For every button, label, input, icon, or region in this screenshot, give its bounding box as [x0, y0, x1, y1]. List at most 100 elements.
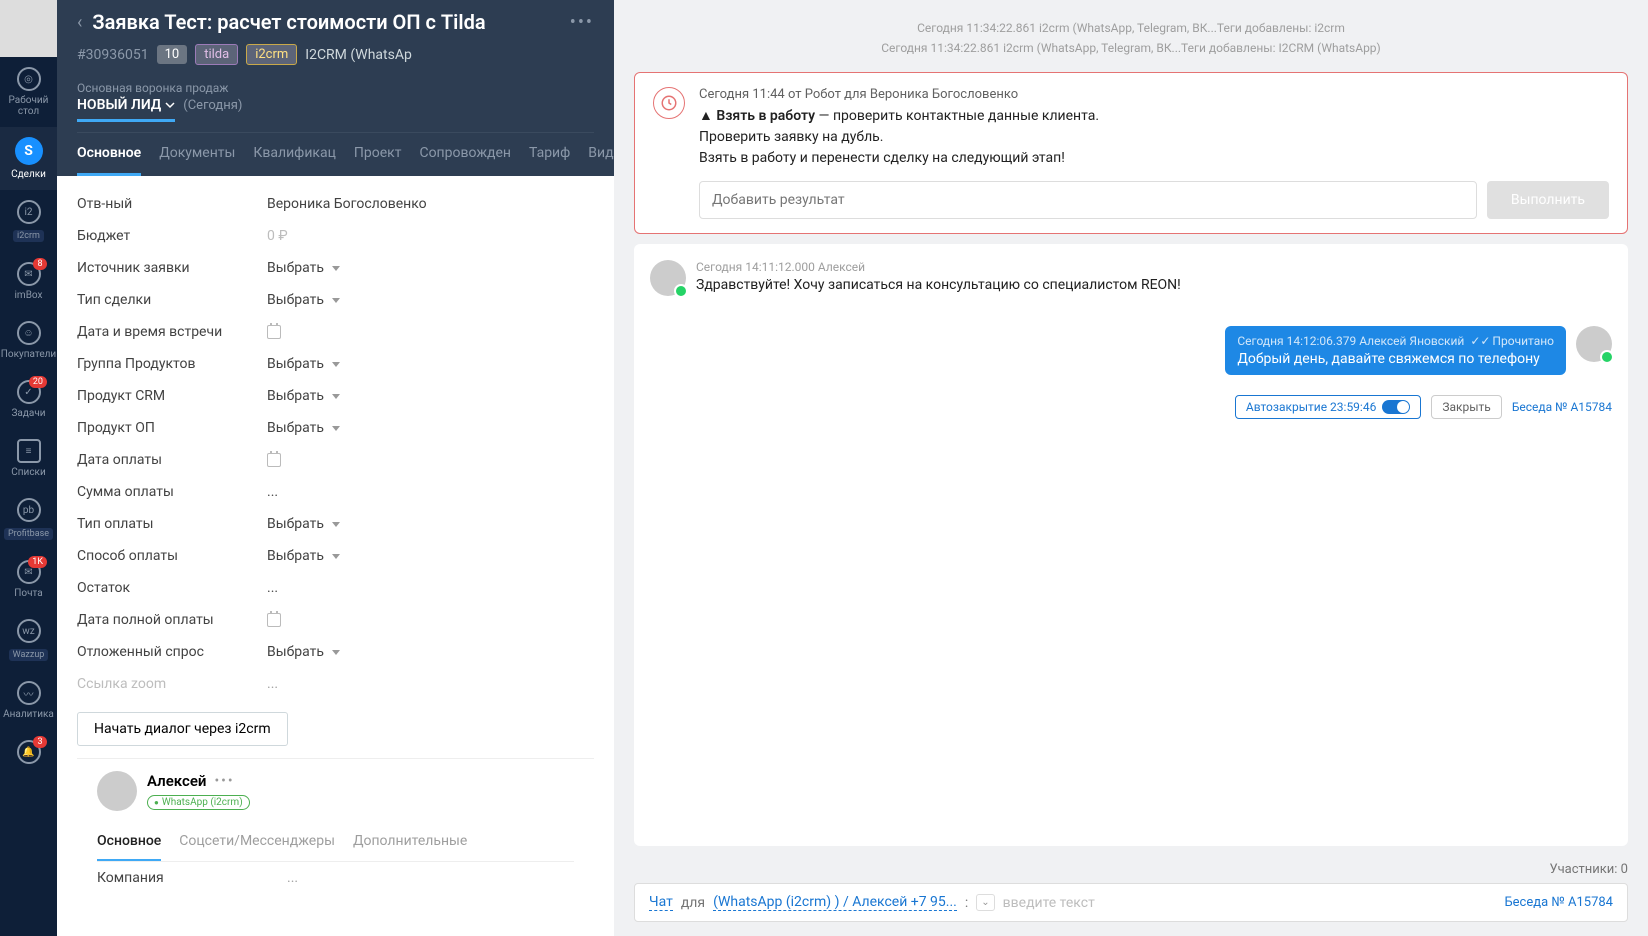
- field-row: Остаток...: [77, 572, 594, 604]
- nav-label: Profitbase: [4, 528, 53, 540]
- nav-profitbase[interactable]: pb Profitbase: [0, 488, 57, 550]
- chat-for-label: для: [681, 895, 705, 911]
- field-label: Продукт CRM: [77, 388, 267, 404]
- whatsapp-badge-icon: [1600, 350, 1614, 364]
- nav-imbox[interactable]: ✉ 8 imBox: [0, 252, 57, 311]
- field-row: Ссылка zoom...: [77, 668, 594, 700]
- deal-header: ‹ Заявка Тест: расчет стоимости ОП с Til…: [57, 0, 614, 176]
- field-value[interactable]: [267, 325, 594, 339]
- field-value[interactable]: ...: [267, 676, 594, 692]
- contact-tabs: Основное Соцсети/Мессенджеры Дополнитель…: [97, 825, 574, 862]
- score-pill[interactable]: 10: [157, 45, 188, 64]
- user-avatar[interactable]: [0, 0, 57, 57]
- participants-count[interactable]: Участники: 0: [634, 856, 1628, 883]
- field-value[interactable]: Выбрать: [267, 388, 594, 404]
- nav-wazzup[interactable]: wz Wazzup: [0, 609, 57, 671]
- wz-icon: wz: [17, 619, 41, 643]
- nav-label: Аналитика: [3, 709, 54, 720]
- field-row: Способ оплатыВыбрать: [77, 540, 594, 572]
- contact-avatar[interactable]: [97, 771, 137, 811]
- chat-input-bar: Чат для (WhatsApp (i2crm) ) / Алексей +7…: [634, 883, 1628, 922]
- conversation-link[interactable]: Беседа № A15784: [1512, 400, 1612, 414]
- nav-label: i2crm: [13, 230, 44, 242]
- field-label: Сумма оплаты: [77, 484, 267, 500]
- more-menu-icon[interactable]: •••: [570, 12, 594, 33]
- nav-label: Рабочий стол: [0, 95, 57, 117]
- nav-analytics[interactable]: 〰 Аналитика: [0, 671, 57, 730]
- field-value[interactable]: Выбрать: [267, 548, 594, 564]
- field-value[interactable]: Выбрать: [267, 516, 594, 532]
- integration-label: I2CRM (WhatsAp: [305, 47, 412, 63]
- field-row: Дата и время встречи: [77, 316, 594, 348]
- conversation-id[interactable]: Беседа № A15784: [1504, 895, 1613, 910]
- clock-icon: [653, 87, 685, 119]
- chat-footer: Автозакрытие 23:59:46 Закрыть Беседа № A…: [650, 395, 1612, 419]
- contact-tab-extra[interactable]: Дополнительные: [353, 825, 467, 861]
- contact-tab-social[interactable]: Соцсети/Мессенджеры: [179, 825, 335, 861]
- field-value[interactable]: [267, 613, 594, 627]
- pipeline-name[interactable]: Основная воронка продаж: [77, 81, 594, 95]
- task-meta: Сегодня 11:44 от Робот для Вероника Бого…: [699, 87, 1609, 102]
- chat-text-input[interactable]: введите текст: [1003, 895, 1497, 911]
- calendar-icon: [267, 613, 281, 627]
- start-dialog-button[interactable]: Начать диалог через i2crm: [77, 712, 288, 746]
- nav-mail[interactable]: ✉ 1K Почта: [0, 550, 57, 609]
- chat-dropdown-icon[interactable]: ⌄: [976, 894, 994, 911]
- tab-tariff[interactable]: Тариф: [529, 133, 570, 176]
- nav-tasks[interactable]: ✓ 20 Задачи: [0, 370, 57, 429]
- field-value[interactable]: Выбрать: [267, 356, 594, 372]
- field-row: Сумма оплаты...: [77, 476, 594, 508]
- tab-main[interactable]: Основное: [77, 133, 141, 176]
- nav-lists[interactable]: ≡ Списки: [0, 429, 57, 488]
- deal-title[interactable]: Заявка Тест: расчет стоимости ОП с Tilda: [92, 10, 559, 34]
- chat-area: Сегодня 14:11:12.000 Алексей Здравствуйт…: [634, 244, 1628, 846]
- contact-name[interactable]: Алексей: [147, 772, 206, 790]
- field-value[interactable]: Выбрать: [267, 260, 594, 276]
- field-value[interactable]: Вероника Богословенко: [267, 196, 594, 212]
- field-value[interactable]: Выбрать: [267, 292, 594, 308]
- nav-label: Сделки: [11, 169, 46, 180]
- tag-tilda[interactable]: tilda: [195, 44, 238, 65]
- task-complete-button[interactable]: Выполнить: [1487, 181, 1609, 219]
- nav-buyers[interactable]: ☺ Покупатели: [0, 311, 57, 370]
- pb-icon: pb: [17, 498, 41, 522]
- nav-notifications[interactable]: 🔔 3: [0, 730, 57, 778]
- back-arrow-icon[interactable]: ‹: [77, 12, 82, 33]
- field-value[interactable]: [267, 453, 594, 467]
- message-avatar[interactable]: [650, 260, 686, 296]
- badge: 1K: [28, 556, 47, 568]
- field-label: Тип оплаты: [77, 516, 267, 532]
- autoclose-toggle[interactable]: Автозакрытие 23:59:46: [1235, 395, 1421, 419]
- field-value[interactable]: 0 ₽: [267, 228, 594, 244]
- tab-widgets[interactable]: Виджеты: [588, 133, 614, 176]
- task-result-input[interactable]: [699, 181, 1477, 219]
- field-value[interactable]: Выбрать: [267, 420, 594, 436]
- close-chat-button[interactable]: Закрыть: [1431, 395, 1501, 419]
- tab-qual[interactable]: Квалификац: [253, 133, 336, 176]
- timeline-panel: Сегодня 11:34:22.861 i2crm (WhatsApp, Te…: [614, 0, 1648, 936]
- tab-project[interactable]: Проект: [354, 133, 402, 176]
- message-avatar[interactable]: [1576, 326, 1612, 362]
- chat-mode-link[interactable]: Чат: [649, 894, 673, 911]
- task-text: ▲ Взять в работу — проверить контактные …: [699, 106, 1609, 169]
- message-text: Здравствуйте! Хочу записаться на консуль…: [696, 277, 1181, 293]
- field-value[interactable]: ...: [267, 580, 594, 596]
- company-value[interactable]: ...: [287, 870, 574, 886]
- field-value[interactable]: Выбрать: [267, 644, 594, 660]
- read-label: Прочитано: [1492, 334, 1554, 348]
- nav-i2crm[interactable]: i2 i2crm: [0, 190, 57, 252]
- stage-selector[interactable]: НОВЫЙ ЛИД: [77, 97, 175, 122]
- tab-support[interactable]: Сопровожден: [419, 133, 511, 176]
- tab-docs[interactable]: Документы: [159, 133, 235, 176]
- field-value[interactable]: ...: [267, 484, 594, 500]
- contact-tab-main[interactable]: Основное: [97, 825, 161, 861]
- tag-i2crm[interactable]: i2crm: [246, 44, 297, 65]
- autoclose-label: Автозакрытие 23:59:46: [1246, 400, 1376, 414]
- contact-more-icon[interactable]: •••: [214, 773, 234, 789]
- nav-deals[interactable]: S Сделки: [0, 127, 57, 190]
- field-row: Дата полной оплаты: [77, 604, 594, 636]
- field-row: Тип оплатыВыбрать: [77, 508, 594, 540]
- field-row: Тип сделкиВыбрать: [77, 284, 594, 316]
- nav-desktop[interactable]: ◎ Рабочий стол: [0, 57, 57, 127]
- chat-channel-link[interactable]: (WhatsApp (i2crm) ) / Алексей +7 95...: [713, 894, 957, 911]
